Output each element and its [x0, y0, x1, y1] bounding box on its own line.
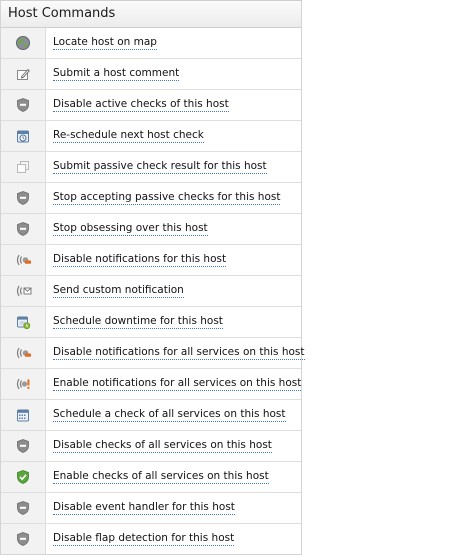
command-row: Disable notifications for this host — [1, 245, 301, 276]
custom-notification-icon[interactable] — [1, 276, 46, 306]
calendar-icon[interactable] — [1, 400, 46, 430]
panel-title: Host Commands — [1, 0, 301, 28]
shield-icon[interactable] — [1, 493, 46, 523]
stop-obsessing-link[interactable]: Stop obsessing over this host — [53, 222, 208, 236]
command-row: Locate host on map — [1, 28, 301, 59]
passive-result-icon[interactable] — [1, 152, 46, 182]
notifications-disable-icon[interactable] — [1, 338, 46, 368]
locate-host-link[interactable]: Locate host on map — [53, 36, 157, 50]
shield-icon[interactable] — [1, 524, 46, 554]
command-row: Disable event handler for this host — [1, 493, 301, 524]
notifications-disable-icon[interactable] — [1, 245, 46, 275]
enable-service-notifications-link[interactable]: Enable notifications for all services on… — [53, 377, 302, 391]
command-row: Disable notifications for all services o… — [1, 338, 305, 369]
command-row: Submit a host comment — [1, 59, 301, 90]
command-row: Disable flap detection for this host — [1, 524, 301, 554]
command-row: Submit passive check result for this hos… — [1, 152, 301, 183]
globe-icon[interactable] — [1, 28, 46, 58]
shield-icon[interactable] — [1, 183, 46, 213]
disable-all-services-checks-link[interactable]: Disable checks of all services on this h… — [53, 439, 272, 453]
notifications-enable-icon[interactable] — [1, 369, 46, 399]
comment-icon[interactable] — [1, 59, 46, 89]
host-commands-panel: Host Commands Locate host on map Submit … — [0, 0, 305, 555]
disable-service-notifications-link[interactable]: Disable notifications for all services o… — [53, 346, 305, 360]
command-row: Send custom notification — [1, 276, 301, 307]
command-row: Schedule downtime for this host — [1, 307, 301, 338]
command-row: Disable checks of all services on this h… — [1, 431, 301, 462]
submit-host-comment-link[interactable]: Submit a host comment — [53, 67, 180, 81]
disable-flap-detection-link[interactable]: Disable flap detection for this host — [53, 532, 235, 546]
shield-icon[interactable] — [1, 214, 46, 244]
command-row: Disable active checks of this host — [1, 90, 301, 121]
command-row: Stop accepting passive checks for this h… — [1, 183, 301, 214]
reschedule-host-check-link[interactable]: Re-schedule next host check — [53, 129, 204, 143]
shield-check-icon[interactable] — [1, 462, 46, 492]
enable-all-services-checks-link[interactable]: Enable checks of all services on this ho… — [53, 470, 269, 484]
command-row: Enable notifications for all services on… — [1, 369, 302, 400]
shield-icon[interactable] — [1, 431, 46, 461]
send-custom-notification-link[interactable]: Send custom notification — [53, 284, 184, 298]
downtime-icon[interactable] — [1, 307, 46, 337]
command-row: Re-schedule next host check — [1, 121, 301, 152]
submit-passive-result-link[interactable]: Submit passive check result for this hos… — [53, 160, 267, 174]
reschedule-icon[interactable] — [1, 121, 46, 151]
schedule-downtime-link[interactable]: Schedule downtime for this host — [53, 315, 223, 329]
disable-host-notifications-link[interactable]: Disable notifications for this host — [53, 253, 227, 267]
disable-active-checks-link[interactable]: Disable active checks of this host — [53, 98, 229, 112]
stop-passive-checks-link[interactable]: Stop accepting passive checks for this h… — [53, 191, 281, 205]
schedule-all-services-check-link[interactable]: Schedule a check of all services on this… — [53, 408, 286, 422]
shield-icon[interactable] — [1, 90, 46, 120]
command-row: Enable checks of all services on this ho… — [1, 462, 301, 493]
command-row: Schedule a check of all services on this… — [1, 400, 301, 431]
disable-event-handler-link[interactable]: Disable event handler for this host — [53, 501, 235, 515]
command-row: Stop obsessing over this host — [1, 214, 301, 245]
